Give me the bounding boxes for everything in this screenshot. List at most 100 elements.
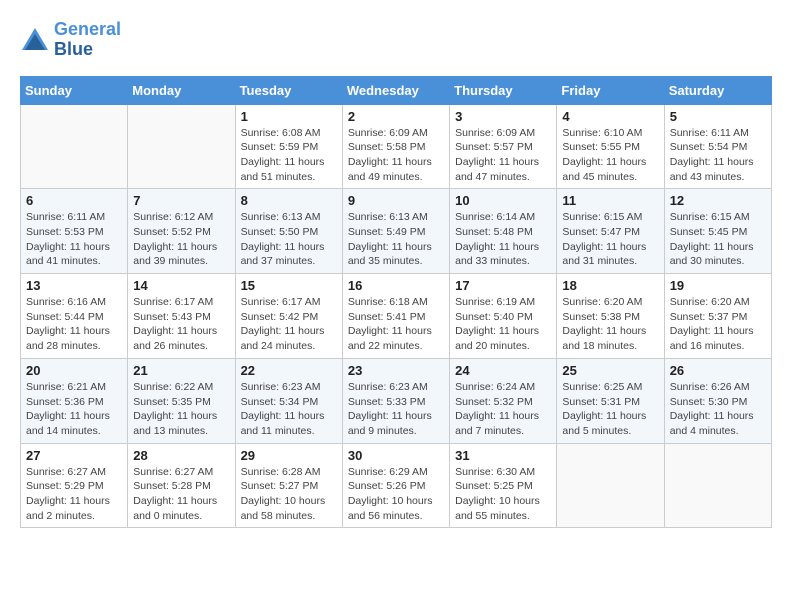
day-info: Sunrise: 6:11 AM Sunset: 5:54 PM Dayligh…	[670, 126, 766, 185]
day-number: 6	[26, 193, 122, 208]
day-info: Sunrise: 6:23 AM Sunset: 5:34 PM Dayligh…	[241, 380, 337, 439]
day-info: Sunrise: 6:27 AM Sunset: 5:29 PM Dayligh…	[26, 465, 122, 524]
calendar-day-cell	[21, 104, 128, 189]
day-info: Sunrise: 6:29 AM Sunset: 5:26 PM Dayligh…	[348, 465, 444, 524]
day-info: Sunrise: 6:21 AM Sunset: 5:36 PM Dayligh…	[26, 380, 122, 439]
calendar-week-row: 13 Sunrise: 6:16 AM Sunset: 5:44 PM Dayli…	[21, 274, 772, 359]
calendar-day-cell	[557, 443, 664, 528]
calendar-day-cell: 23Sunrise: 6:23 AM Sunset: 5:33 PM Dayli…	[342, 358, 449, 443]
day-number: 12	[670, 193, 766, 208]
day-info: Sunrise: 6:09 AM Sunset: 5:58 PM Dayligh…	[348, 126, 444, 185]
day-number: 9	[348, 193, 444, 208]
day-number: 30	[348, 448, 444, 463]
weekday-header-sunday: Sunday	[21, 76, 128, 104]
day-info: Sunrise: 6:08 AM Sunset: 5:59 PM Dayligh…	[241, 126, 337, 185]
day-number: 21	[133, 363, 229, 378]
page-header: General Blue	[20, 20, 772, 60]
day-info: Sunrise: 6:19 AM Sunset: 5:40 PM Dayligh…	[455, 295, 551, 354]
day-number: 24	[455, 363, 551, 378]
day-info: Sunrise: 6:15 AM Sunset: 5:47 PM Dayligh…	[562, 210, 658, 269]
day-number: 8	[241, 193, 337, 208]
calendar-day-cell: 17 Sunrise: 6:19 AM Sunset: 5:40 PM Dayli…	[450, 274, 557, 359]
weekday-header-row: SundayMondayTuesdayWednesdayThursdayFrid…	[21, 76, 772, 104]
day-info: Sunrise: 6:14 AM Sunset: 5:48 PM Dayligh…	[455, 210, 551, 269]
calendar-day-cell	[128, 104, 235, 189]
calendar-day-cell: 1 Sunrise: 6:08 AM Sunset: 5:59 PM Daylig…	[235, 104, 342, 189]
calendar-week-row: 1 Sunrise: 6:08 AM Sunset: 5:59 PM Daylig…	[21, 104, 772, 189]
calendar-week-row: 20 Sunrise: 6:21 AM Sunset: 5:36 PM Dayli…	[21, 358, 772, 443]
calendar-day-cell	[664, 443, 771, 528]
day-number: 19	[670, 278, 766, 293]
day-number: 22	[241, 363, 337, 378]
calendar-day-cell: 31Sunrise: 6:30 AM Sunset: 5:25 PM Dayli…	[450, 443, 557, 528]
day-info: Sunrise: 6:16 AM Sunset: 5:44 PM Dayligh…	[26, 295, 122, 354]
weekday-header-tuesday: Tuesday	[235, 76, 342, 104]
calendar-day-cell: 30 Sunrise: 6:29 AM Sunset: 5:26 PM Dayli…	[342, 443, 449, 528]
day-info: Sunrise: 6:26 AM Sunset: 5:30 PM Dayligh…	[670, 380, 766, 439]
calendar-day-cell: 24 Sunrise: 6:24 AM Sunset: 5:32 PM Dayli…	[450, 358, 557, 443]
day-info: Sunrise: 6:20 AM Sunset: 5:38 PM Dayligh…	[562, 295, 658, 354]
day-number: 29	[241, 448, 337, 463]
day-info: Sunrise: 6:17 AM Sunset: 5:43 PM Dayligh…	[133, 295, 229, 354]
calendar-table: SundayMondayTuesdayWednesdayThursdayFrid…	[20, 76, 772, 529]
day-number: 1	[241, 109, 337, 124]
day-number: 11	[562, 193, 658, 208]
day-info: Sunrise: 6:10 AM Sunset: 5:55 PM Dayligh…	[562, 126, 658, 185]
day-number: 28	[133, 448, 229, 463]
day-info: Sunrise: 6:11 AM Sunset: 5:53 PM Dayligh…	[26, 210, 122, 269]
day-number: 3	[455, 109, 551, 124]
day-info: Sunrise: 6:30 AM Sunset: 5:25 PM Dayligh…	[455, 465, 551, 524]
day-info: Sunrise: 6:28 AM Sunset: 5:27 PM Dayligh…	[241, 465, 337, 524]
calendar-day-cell: 13 Sunrise: 6:16 AM Sunset: 5:44 PM Dayli…	[21, 274, 128, 359]
weekday-header-friday: Friday	[557, 76, 664, 104]
calendar-day-cell: 21 Sunrise: 6:22 AM Sunset: 5:35 PM Dayli…	[128, 358, 235, 443]
day-info: Sunrise: 6:20 AM Sunset: 5:37 PM Dayligh…	[670, 295, 766, 354]
day-info: Sunrise: 6:22 AM Sunset: 5:35 PM Dayligh…	[133, 380, 229, 439]
day-number: 20	[26, 363, 122, 378]
calendar-day-cell: 29 Sunrise: 6:28 AM Sunset: 5:27 PM Dayli…	[235, 443, 342, 528]
day-number: 15	[241, 278, 337, 293]
logo-icon	[20, 26, 50, 54]
day-number: 13	[26, 278, 122, 293]
calendar-day-cell: 27Sunrise: 6:27 AM Sunset: 5:29 PM Dayli…	[21, 443, 128, 528]
calendar-day-cell: 6 Sunrise: 6:11 AM Sunset: 5:53 PM Daylig…	[21, 189, 128, 274]
calendar-day-cell: 22 Sunrise: 6:23 AM Sunset: 5:34 PM Dayli…	[235, 358, 342, 443]
day-info: Sunrise: 6:13 AM Sunset: 5:50 PM Dayligh…	[241, 210, 337, 269]
calendar-day-cell: 20 Sunrise: 6:21 AM Sunset: 5:36 PM Dayli…	[21, 358, 128, 443]
day-number: 14	[133, 278, 229, 293]
logo: General Blue	[20, 20, 121, 60]
calendar-day-cell: 11 Sunrise: 6:15 AM Sunset: 5:47 PM Dayli…	[557, 189, 664, 274]
calendar-day-cell: 8 Sunrise: 6:13 AM Sunset: 5:50 PM Daylig…	[235, 189, 342, 274]
calendar-day-cell: 16 Sunrise: 6:18 AM Sunset: 5:41 PM Dayli…	[342, 274, 449, 359]
weekday-header-thursday: Thursday	[450, 76, 557, 104]
calendar-day-cell: 14 Sunrise: 6:17 AM Sunset: 5:43 PM Dayli…	[128, 274, 235, 359]
calendar-day-cell: 4Sunrise: 6:10 AM Sunset: 5:55 PM Daylig…	[557, 104, 664, 189]
day-info: Sunrise: 6:12 AM Sunset: 5:52 PM Dayligh…	[133, 210, 229, 269]
day-number: 25	[562, 363, 658, 378]
calendar-week-row: 27Sunrise: 6:27 AM Sunset: 5:29 PM Dayli…	[21, 443, 772, 528]
weekday-header-monday: Monday	[128, 76, 235, 104]
day-info: Sunrise: 6:17 AM Sunset: 5:42 PM Dayligh…	[241, 295, 337, 354]
day-number: 2	[348, 109, 444, 124]
day-number: 10	[455, 193, 551, 208]
day-number: 17	[455, 278, 551, 293]
day-number: 18	[562, 278, 658, 293]
calendar-day-cell: 3 Sunrise: 6:09 AM Sunset: 5:57 PM Daylig…	[450, 104, 557, 189]
day-number: 16	[348, 278, 444, 293]
day-info: Sunrise: 6:24 AM Sunset: 5:32 PM Dayligh…	[455, 380, 551, 439]
calendar-day-cell: 12Sunrise: 6:15 AM Sunset: 5:45 PM Dayli…	[664, 189, 771, 274]
calendar-day-cell: 26 Sunrise: 6:26 AM Sunset: 5:30 PM Dayli…	[664, 358, 771, 443]
day-info: Sunrise: 6:25 AM Sunset: 5:31 PM Dayligh…	[562, 380, 658, 439]
calendar-week-row: 6 Sunrise: 6:11 AM Sunset: 5:53 PM Daylig…	[21, 189, 772, 274]
day-info: Sunrise: 6:27 AM Sunset: 5:28 PM Dayligh…	[133, 465, 229, 524]
day-number: 26	[670, 363, 766, 378]
calendar-day-cell: 5Sunrise: 6:11 AM Sunset: 5:54 PM Daylig…	[664, 104, 771, 189]
calendar-day-cell: 18 Sunrise: 6:20 AM Sunset: 5:38 PM Dayli…	[557, 274, 664, 359]
day-info: Sunrise: 6:23 AM Sunset: 5:33 PM Dayligh…	[348, 380, 444, 439]
day-info: Sunrise: 6:09 AM Sunset: 5:57 PM Dayligh…	[455, 126, 551, 185]
calendar-day-cell: 2 Sunrise: 6:09 AM Sunset: 5:58 PM Daylig…	[342, 104, 449, 189]
calendar-day-cell: 10 Sunrise: 6:14 AM Sunset: 5:48 PM Dayli…	[450, 189, 557, 274]
day-number: 7	[133, 193, 229, 208]
calendar-day-cell: 28 Sunrise: 6:27 AM Sunset: 5:28 PM Dayli…	[128, 443, 235, 528]
day-info: Sunrise: 6:18 AM Sunset: 5:41 PM Dayligh…	[348, 295, 444, 354]
